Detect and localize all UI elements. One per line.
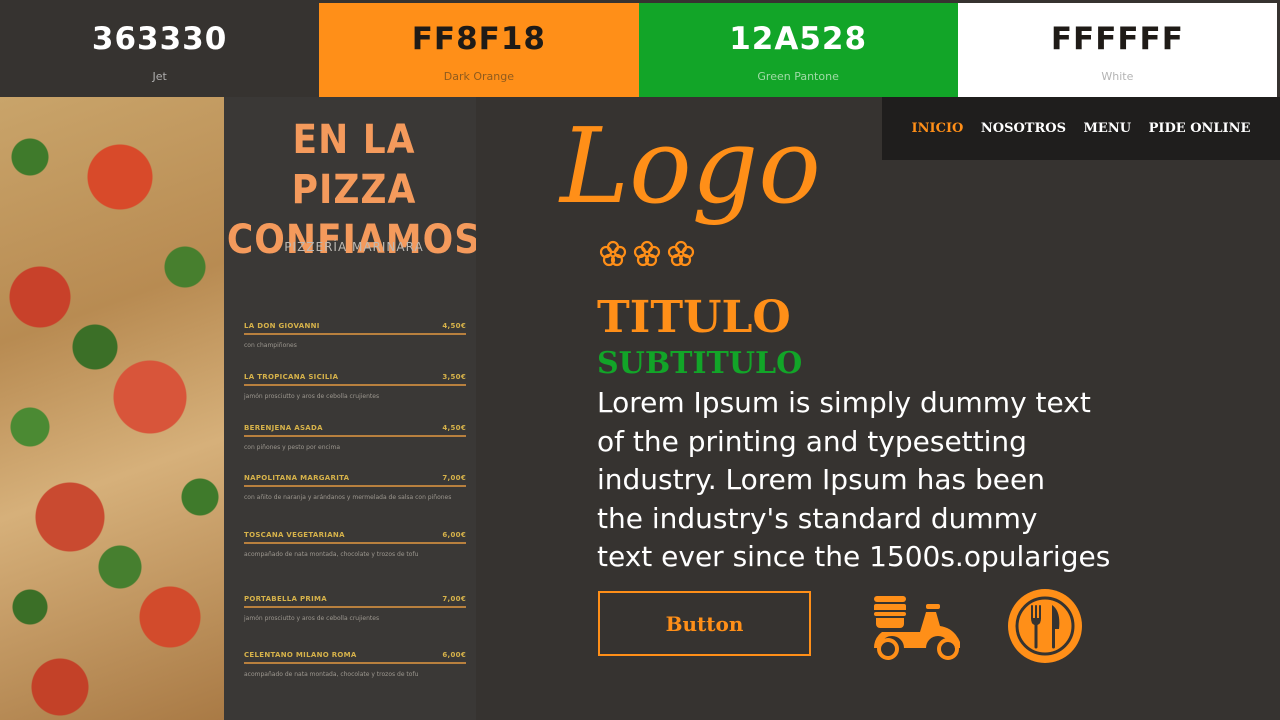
swatch-jet: 363330 Jet bbox=[0, 3, 320, 97]
menu-item-name: LA DON GIOVANNI bbox=[244, 322, 320, 330]
page-subtitle: SUBTITULO bbox=[597, 346, 803, 381]
body-paragraph: Lorem Ipsum is simply dummy text of the … bbox=[597, 384, 1157, 577]
menu-item: NAPOLITANA MARGARITA 7,00€ con añito de n… bbox=[244, 474, 466, 531]
body-line: of the printing and typesetting bbox=[597, 424, 1027, 458]
nav-item-inicio[interactable]: INICIO bbox=[912, 121, 964, 136]
menu-item: BERENJENA ASADA 4,50€ con piñones y pesto… bbox=[244, 424, 466, 474]
menu-item-price: 4,50€ bbox=[442, 424, 466, 432]
flyer-menu-list: LA DON GIOVANNI 4,50€ con champiñones LA … bbox=[244, 322, 466, 701]
menu-item-desc: con añito de naranja y arándanos y merme… bbox=[244, 494, 452, 501]
cta-button[interactable]: Button bbox=[598, 591, 811, 656]
nav-item-nosotros[interactable]: NOSOTROS bbox=[981, 121, 1066, 136]
menu-item-desc: jamón prosciutto y aros de cebolla cruji… bbox=[244, 615, 380, 622]
menu-item-name: TOSCANA VEGETARIANA bbox=[244, 531, 345, 539]
main-nav: INICIO NOSOTROS MENU PIDE ONLINE bbox=[882, 97, 1280, 160]
menu-item: CELENTANO MILANO ROMA 6,00€ acompañado de… bbox=[244, 651, 466, 701]
menu-item-price: 7,00€ bbox=[442, 474, 466, 482]
body-line: the industry's standard dummy bbox=[597, 501, 1038, 535]
swatch-name: Jet bbox=[152, 70, 167, 83]
body-line: Lorem Ipsum is simply dummy text bbox=[597, 386, 1091, 419]
menu-item-price: 6,00€ bbox=[442, 531, 466, 539]
menu-item-desc: jamón prosciutto y aros de cebolla cruji… bbox=[244, 393, 380, 400]
swatch-name: Dark Orange bbox=[443, 70, 514, 83]
flower-flourish-icon bbox=[599, 240, 695, 267]
menu-item: PORTABELLA PRIMA 7,00€ jamón prosciutto y… bbox=[244, 595, 466, 651]
flyer-title-line1: EN LA PIZZA bbox=[291, 117, 417, 213]
color-palette: 363330 Jet FF8F18 Dark Orange 12A528 Gre… bbox=[0, 0, 1280, 97]
menu-item-name: NAPOLITANA MARGARITA bbox=[244, 474, 350, 482]
menu-item-price: 7,00€ bbox=[442, 595, 466, 603]
swatch-hex: 12A528 bbox=[729, 21, 868, 57]
flyer-subtitle: PIZZERÍA MARINARA bbox=[284, 240, 424, 254]
swatch-hex: 363330 bbox=[91, 21, 228, 57]
menu-item-price: 3,50€ bbox=[442, 373, 466, 381]
menu-item-price: 4,50€ bbox=[442, 322, 466, 330]
logo[interactable]: Logo bbox=[560, 110, 860, 230]
menu-item-name: LA TROPICANA SICILIA bbox=[244, 373, 339, 381]
page-title: TITULO bbox=[597, 292, 791, 343]
menu-item: TOSCANA VEGETARIANA 6,00€ acompañado de n… bbox=[244, 531, 466, 595]
body-line: industry. Lorem Ipsum has been bbox=[597, 463, 1045, 496]
menu-item-desc: con piñones y pesto por encima bbox=[244, 444, 341, 451]
delivery-scooter-icon[interactable] bbox=[868, 590, 966, 662]
swatch-white: FFFFFF White bbox=[957, 3, 1277, 97]
menu-item-name: BERENJENA ASADA bbox=[244, 424, 323, 432]
menu-item-name: CELENTANO MILANO ROMA bbox=[244, 651, 357, 659]
nav-item-pide-online[interactable]: PIDE ONLINE bbox=[1149, 121, 1251, 136]
menu-item-desc: acompañado de nata montada, chocolate y … bbox=[244, 551, 419, 558]
swatch-dark-orange: FF8F18 Dark Orange bbox=[319, 3, 639, 97]
menu-item: LA DON GIOVANNI 4,50€ con champiñones bbox=[244, 322, 466, 373]
swatch-hex: FF8F18 bbox=[411, 21, 546, 57]
swatch-hex: FFFFFF bbox=[1050, 21, 1184, 57]
swatch-green-pantone: 12A528 Green Pantone bbox=[638, 3, 958, 97]
menu-item-desc: con champiñones bbox=[244, 342, 297, 349]
menu-item-desc: acompañado de nata montada, chocolate y … bbox=[244, 671, 419, 678]
menu-item: LA TROPICANA SICILIA 3,50€ jamón prosciut… bbox=[244, 373, 466, 424]
menu-item-price: 6,00€ bbox=[442, 651, 466, 659]
pizza-photo bbox=[0, 97, 224, 720]
swatch-name: Green Pantone bbox=[757, 70, 839, 83]
pizza-menu-flyer-image: EN LA PIZZA CONFIAMOS PIZZERÍA MARINARA … bbox=[0, 97, 476, 720]
nav-item-menu[interactable]: MENU bbox=[1084, 121, 1132, 136]
flyer-menu-panel: EN LA PIZZA CONFIAMOS PIZZERÍA MARINARA … bbox=[224, 97, 476, 720]
body-line: text ever since the 1500s.opulariges bbox=[597, 540, 1111, 573]
menu-item-name: PORTABELLA PRIMA bbox=[244, 595, 328, 603]
swatch-name: White bbox=[1101, 70, 1134, 83]
fork-knife-icon[interactable] bbox=[1006, 587, 1084, 665]
